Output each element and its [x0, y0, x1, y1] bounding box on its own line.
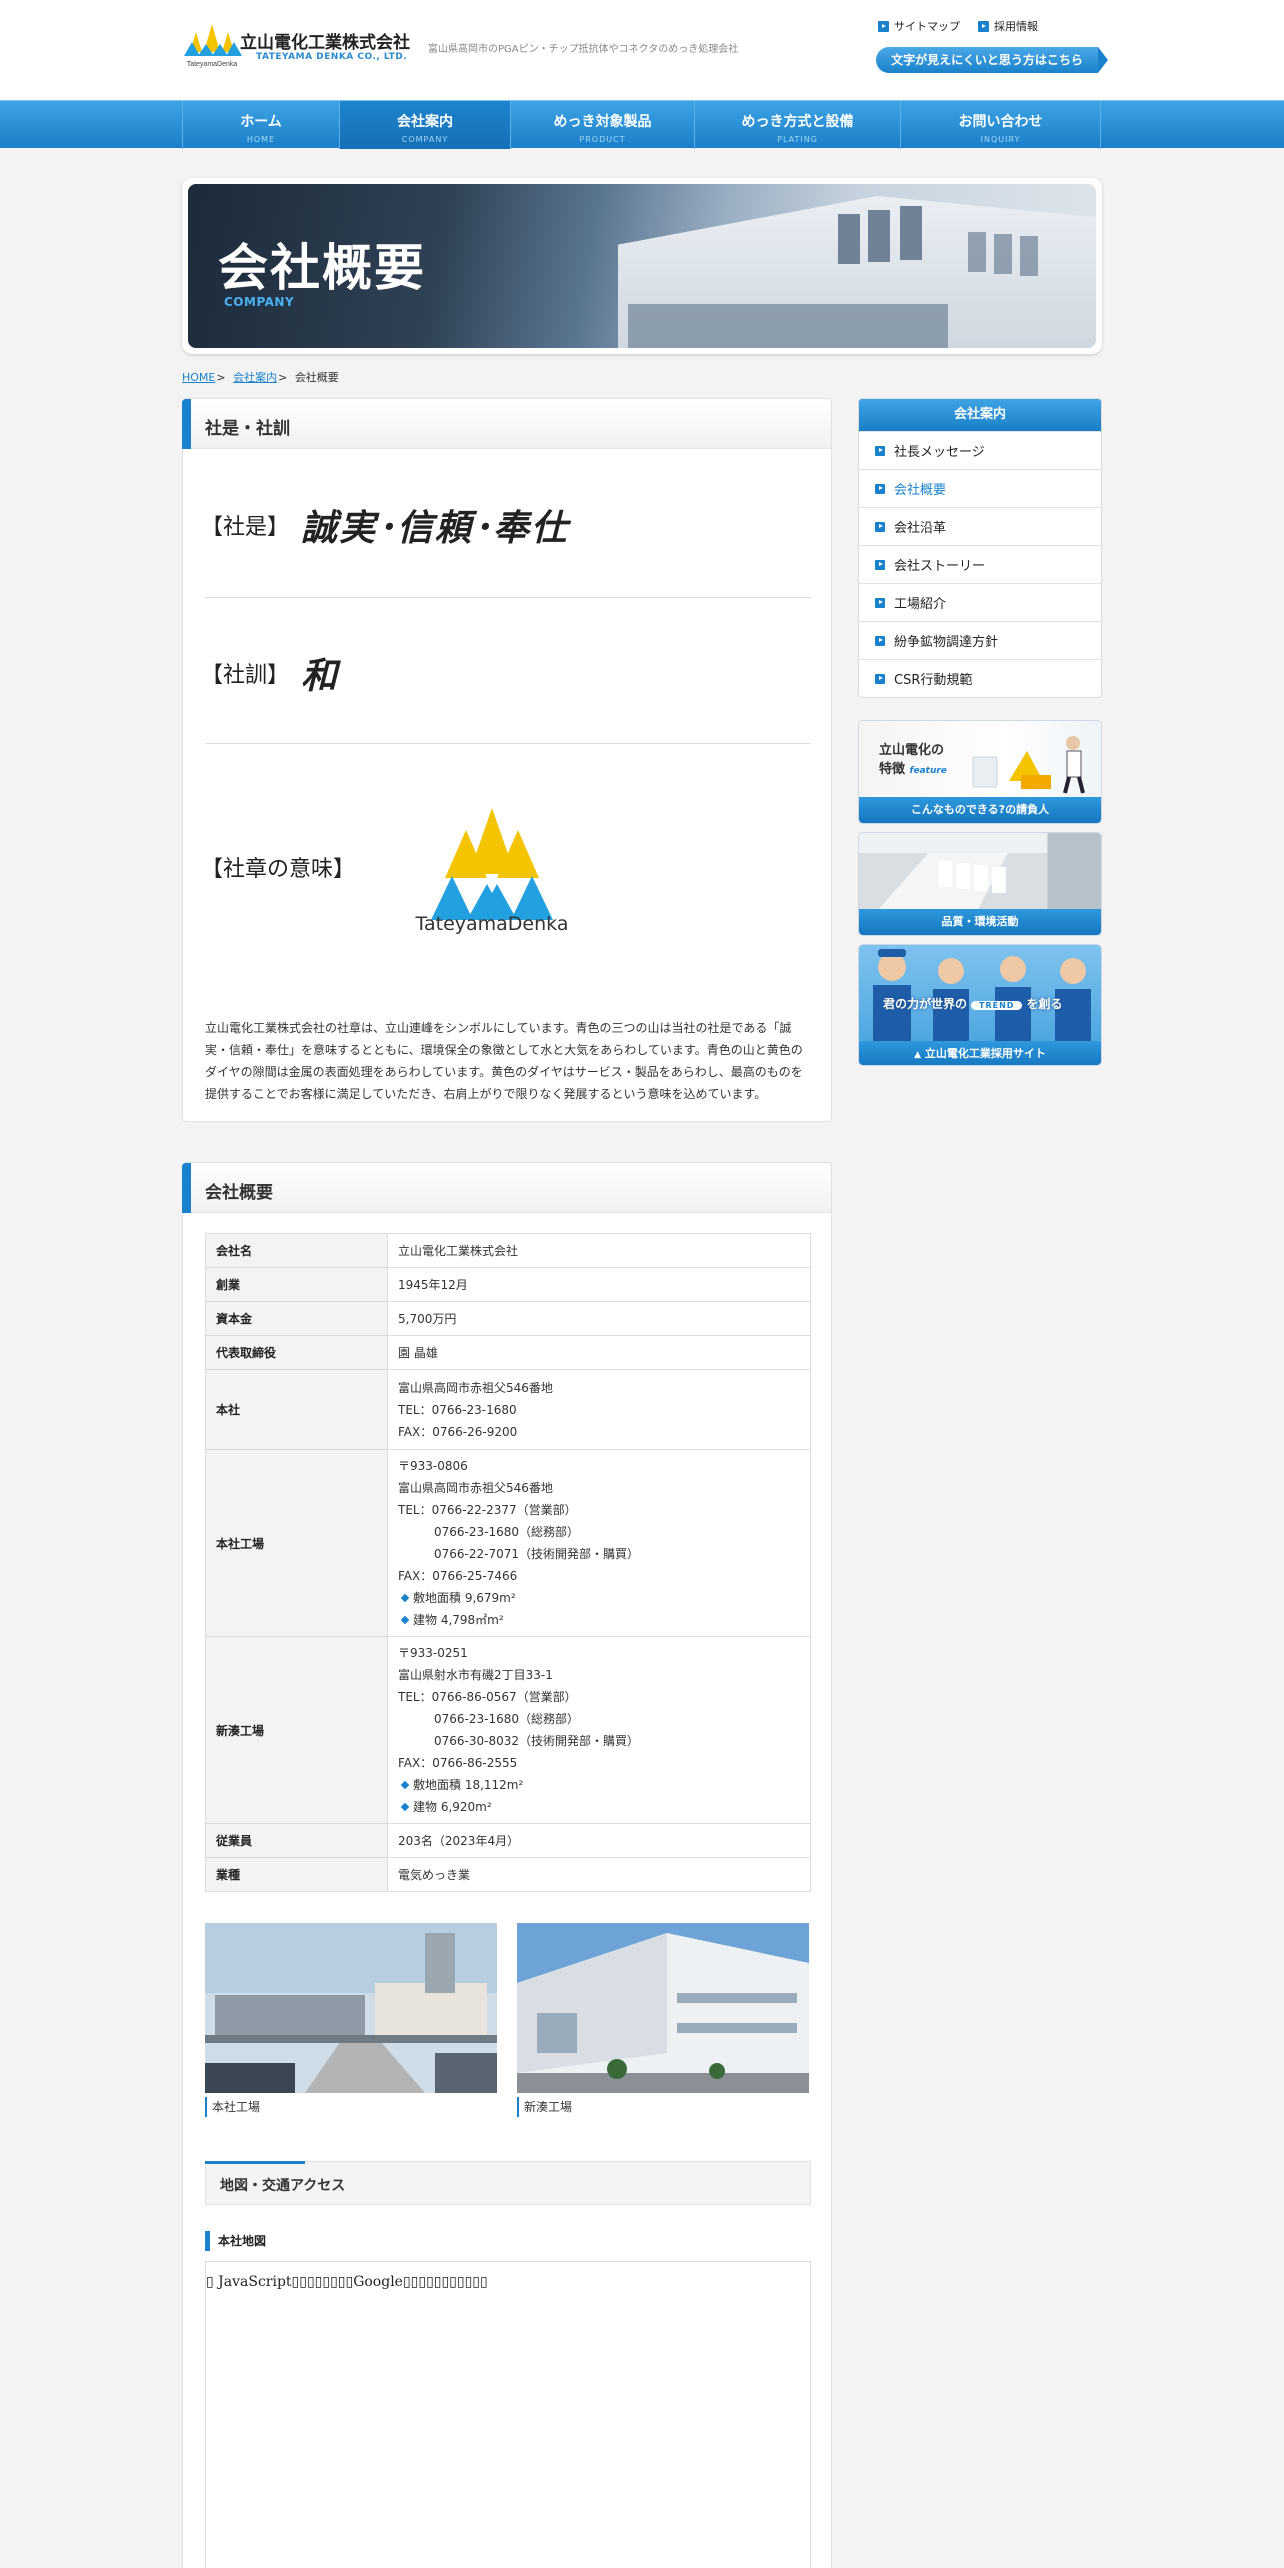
table-row: 代表取締役園 晶雄: [205, 1335, 811, 1370]
feature-banner[interactable]: 立山電化の 特徴 feature こんなものできる?の請負人: [858, 720, 1102, 824]
diamond-bullet-icon: [400, 1615, 410, 1625]
diamond-bullet-icon: [400, 1593, 410, 1603]
feature-tag: feature: [909, 766, 947, 776]
photo-caption: 新湊工場: [517, 2097, 572, 2117]
sidebar-menu: 会社案内 社長メッセージ 会社概要 会社沿革 会社ストーリー 工場紹介 紛争鉱物…: [858, 398, 1102, 698]
company-name-en: TATEYAMA DENKA CO., LTD.: [256, 52, 408, 62]
sidebar-item-overview[interactable]: 会社概要: [859, 469, 1101, 507]
arrow-square-icon: [875, 483, 885, 494]
arrow-square-icon: [978, 20, 989, 32]
recruit-banner[interactable]: 君の力が世界の TREND を創る ▲ 立山電化工業採用サイト: [858, 944, 1102, 1066]
table-row: 業種 電気めっき業: [205, 1857, 811, 1892]
sitemap-link[interactable]: サイトマップ: [878, 18, 960, 34]
arrow-square-icon: [875, 597, 885, 608]
divider: [205, 743, 811, 744]
overview-heading: 会社概要: [182, 1163, 831, 1213]
arrow-square-icon: [875, 635, 885, 646]
sidebar-item-conflict-minerals[interactable]: 紛争鉱物調達方針: [859, 621, 1101, 659]
quality-banner[interactable]: 品質・環境活動: [858, 832, 1102, 936]
breadcrumb: HOME> 会社案内> 会社概要: [182, 371, 339, 384]
shaze-value: 誠実･信頼･奉仕: [301, 507, 570, 549]
motto-section: 社是・社訓 【社是】 誠実･信頼･奉仕 【社訓】 和 【社章の意味】 Tatey…: [182, 398, 832, 1122]
recruit-link[interactable]: 採用情報: [978, 18, 1038, 34]
access-heading: 地図・交通アクセス: [205, 2161, 811, 2205]
nav-company[interactable]: 会社案内 COMPANY: [340, 101, 511, 149]
feature-illustration: [972, 736, 1085, 794]
photo-caption: 本社工場: [205, 2097, 260, 2117]
site-header: TateyamaDenka 立山電化工業株式会社 TATEYAMA DENKA …: [0, 0, 1284, 100]
company-spec-table: 会社名 立山電化工業株式会社 創業 1945年12月 資本金 5,700万円 代表取締…: [205, 1233, 811, 1892]
sidebar-item-message[interactable]: 社長メッセージ: [859, 431, 1101, 469]
sidebar-item-factory[interactable]: 工場紹介: [859, 583, 1101, 621]
shaze-label: 【社是】: [201, 515, 290, 540]
sidebar-item-story[interactable]: 会社ストーリー: [859, 545, 1101, 583]
map-heading: 本社地図: [205, 2231, 266, 2251]
breadcrumb-current: 会社概要: [294, 371, 339, 384]
sidebar-item-history[interactable]: 会社沿革: [859, 507, 1101, 545]
honsha-factory-photo: [205, 1923, 497, 2093]
table-row: 創業 1945年12月: [205, 1267, 811, 1302]
accessibility-button[interactable]: 文字が見えにくいと思う方はこちら: [876, 47, 1108, 73]
divider: [205, 597, 811, 598]
diamond-bullet-icon: [400, 1802, 410, 1812]
table-row: 会社名 立山電化工業株式会社: [205, 1233, 811, 1268]
nav-home[interactable]: ホーム HOME: [183, 101, 340, 149]
quality-banner-label: 品質・環境活動: [859, 909, 1101, 935]
arrow-square-icon: [878, 20, 889, 32]
emblem-description: 立山電化工業株式会社の社章は、立山連峰をシンボルにしています。青色の三つの山は当…: [205, 1021, 803, 1101]
breadcrumb-company[interactable]: 会社案内: [233, 371, 277, 384]
sidebar-heading: 会社案内: [859, 399, 1101, 431]
feature-title: 立山電化の: [879, 743, 945, 758]
recruit-slogan: 君の力が世界の TREND を創る: [883, 997, 1063, 1011]
nav-inquiry[interactable]: お問い合わせ INQUIRY: [901, 101, 1101, 149]
table-row: 本社工場 〒933-0806 富山県高岡市赤祖父546番地 TEL：0766-2…: [205, 1449, 811, 1637]
diamond-bullet-icon: [400, 1780, 410, 1790]
page-hero: 会社概要 COMPANY: [182, 178, 1102, 354]
global-nav: ホーム HOME 会社案内 COMPANY めっき対象製品 PRODUCT めっき方式…: [0, 100, 1284, 149]
shinminato-factory-photo: [517, 1923, 809, 2093]
sidebar-item-csr[interactable]: CSR行動規範: [859, 659, 1101, 697]
motto-heading: 社是・社訓: [182, 399, 831, 449]
shakun-value: 和: [301, 655, 340, 697]
arrow-square-icon: [875, 673, 885, 684]
overview-section: 会社概要 会社名 立山電化工業株式会社 創業 1945年12月 資本金 5,700万円…: [182, 1162, 832, 2568]
arrow-square-icon: [875, 559, 885, 570]
nav-product[interactable]: めっき対象製品 PRODUCT: [511, 101, 695, 149]
google-map-frame[interactable]: ▯ JavaScript▯▯▯▯▯▯▯▯Google▯▯▯▯▯▯▯▯▯▯▯: [205, 2261, 811, 2568]
arrow-square-icon: [875, 521, 885, 532]
table-row: 資本金 5,700万円: [205, 1301, 811, 1336]
page-title: 会社概要: [218, 239, 426, 297]
nav-plating[interactable]: めっき方式と設備 PLATING: [695, 101, 901, 149]
table-row: 従業員 203名（2023年4月）: [205, 1823, 811, 1858]
breadcrumb-home[interactable]: HOME: [182, 371, 215, 384]
mountain-logo-icon: ▲: [914, 1050, 922, 1060]
recruit-people-illustration: [873, 949, 1091, 1041]
map-js-notice: ▯ JavaScript▯▯▯▯▯▯▯▯Google▯▯▯▯▯▯▯▯▯▯▯: [206, 2274, 488, 2290]
table-row: 新湊工場 〒933-0251 富山県射水市有磯2丁目33-1 TEL：0766-…: [205, 1636, 811, 1824]
emblem-label: 【社章の意味】: [201, 857, 356, 882]
company-name[interactable]: 立山電化工業株式会社: [240, 28, 410, 53]
quality-photo: [859, 833, 1101, 909]
shakun-label: 【社訓】: [201, 663, 290, 688]
company-emblem: [431, 808, 553, 920]
arrow-square-icon: [875, 445, 885, 456]
hero-image: 会社概要 COMPANY: [188, 184, 1096, 348]
utility-links: サイトマップ 採用情報: [878, 18, 1038, 34]
emblem-wordmark: TateyamaDenka: [415, 913, 569, 935]
tateyama-logo[interactable]: TateyamaDenka: [182, 22, 242, 68]
feature-banner-label: こんなものできる?の請負人: [859, 797, 1101, 823]
recruit-banner-label: ▲ 立山電化工業採用サイト: [859, 1041, 1101, 1065]
page-subtitle: COMPANY: [224, 295, 295, 309]
logo-wordmark: TateyamaDenka: [187, 61, 238, 68]
table-row: 本社 富山県高岡市赤祖父546番地 TEL：0766-23-1680 FAX：0…: [205, 1369, 811, 1450]
site-tagline: 富山県高岡市のPGAピン・チップ抵抗体やコネクタのめっき処理会社: [428, 44, 739, 55]
